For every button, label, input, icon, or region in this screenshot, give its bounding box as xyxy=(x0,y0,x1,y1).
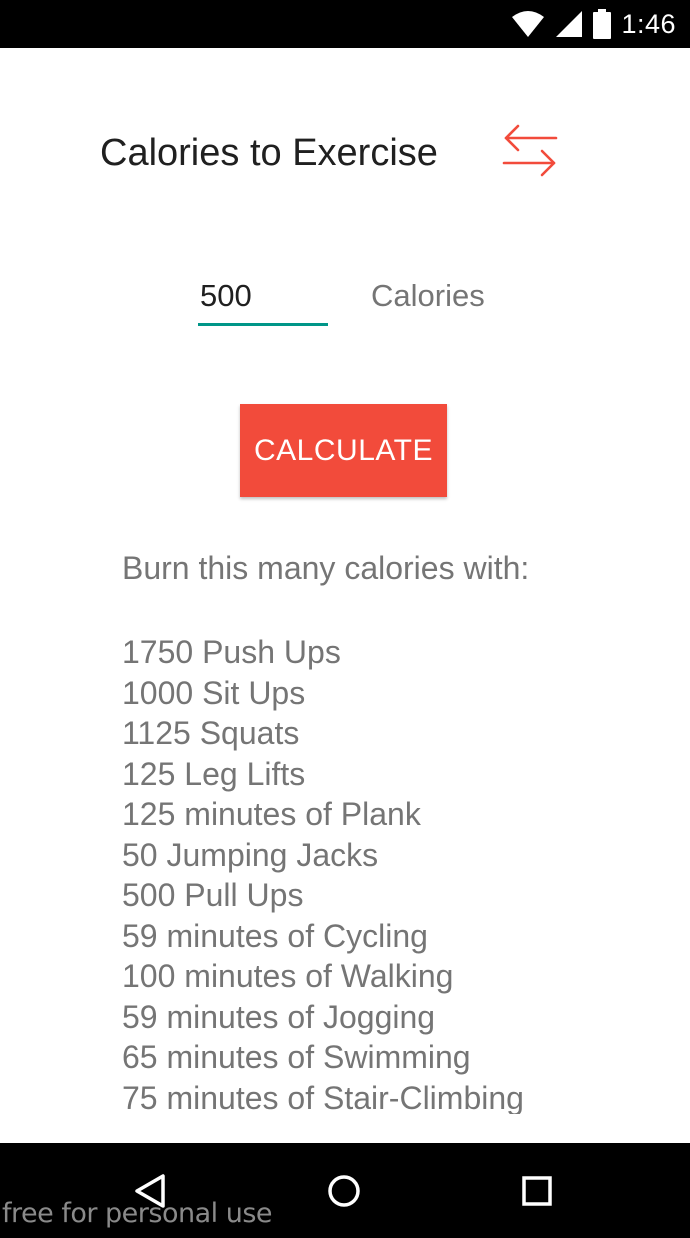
calories-unit-label: Calories xyxy=(371,278,485,313)
wifi-icon xyxy=(512,11,545,37)
results-list: 1750 Push Ups 1000 Sit Ups 1125 Squats 1… xyxy=(122,632,582,1114)
result-item: 50 Jumping Jacks xyxy=(122,836,379,873)
recents-icon xyxy=(522,1176,552,1206)
result-item: 500 Pull Ups xyxy=(122,877,304,913)
status-icons: 1:46 xyxy=(511,0,676,48)
result-item: 1125 Squats xyxy=(122,715,300,751)
swap-arrows-icon[interactable] xyxy=(500,122,560,180)
battery-icon xyxy=(593,9,612,39)
status-time: 1:46 xyxy=(621,8,676,39)
signal-icon xyxy=(556,11,583,37)
result-item: 59 minutes of Cycling xyxy=(122,917,428,954)
results-heading: Burn this many calories with: xyxy=(122,550,530,586)
result-item: 1750 Push Ups xyxy=(122,634,341,670)
result-item: 59 minutes of Jogging xyxy=(122,998,436,1035)
home-button[interactable] xyxy=(314,1163,374,1219)
home-icon xyxy=(328,1175,360,1207)
result-item: 125 minutes of Plank xyxy=(122,796,421,832)
watermark-text: free for personal use xyxy=(2,1198,273,1229)
result-item: 125 Leg Lifts xyxy=(122,755,306,792)
page-title: Calories to Exercise xyxy=(100,131,438,174)
result-item: 75 minutes of Stair-Climbing xyxy=(122,1079,524,1115)
title-row: Calories to Exercise xyxy=(100,128,438,178)
recents-button[interactable] xyxy=(507,1163,567,1219)
status-bar: 1:46 xyxy=(0,0,690,48)
calorie-input[interactable] xyxy=(198,274,328,326)
result-item: 100 minutes of Walking xyxy=(122,958,454,994)
calculate-button[interactable]: CALCULATE xyxy=(240,404,447,497)
result-item: 1000 Sit Ups xyxy=(122,674,306,711)
result-item: 65 minutes of Swimming xyxy=(122,1039,471,1075)
